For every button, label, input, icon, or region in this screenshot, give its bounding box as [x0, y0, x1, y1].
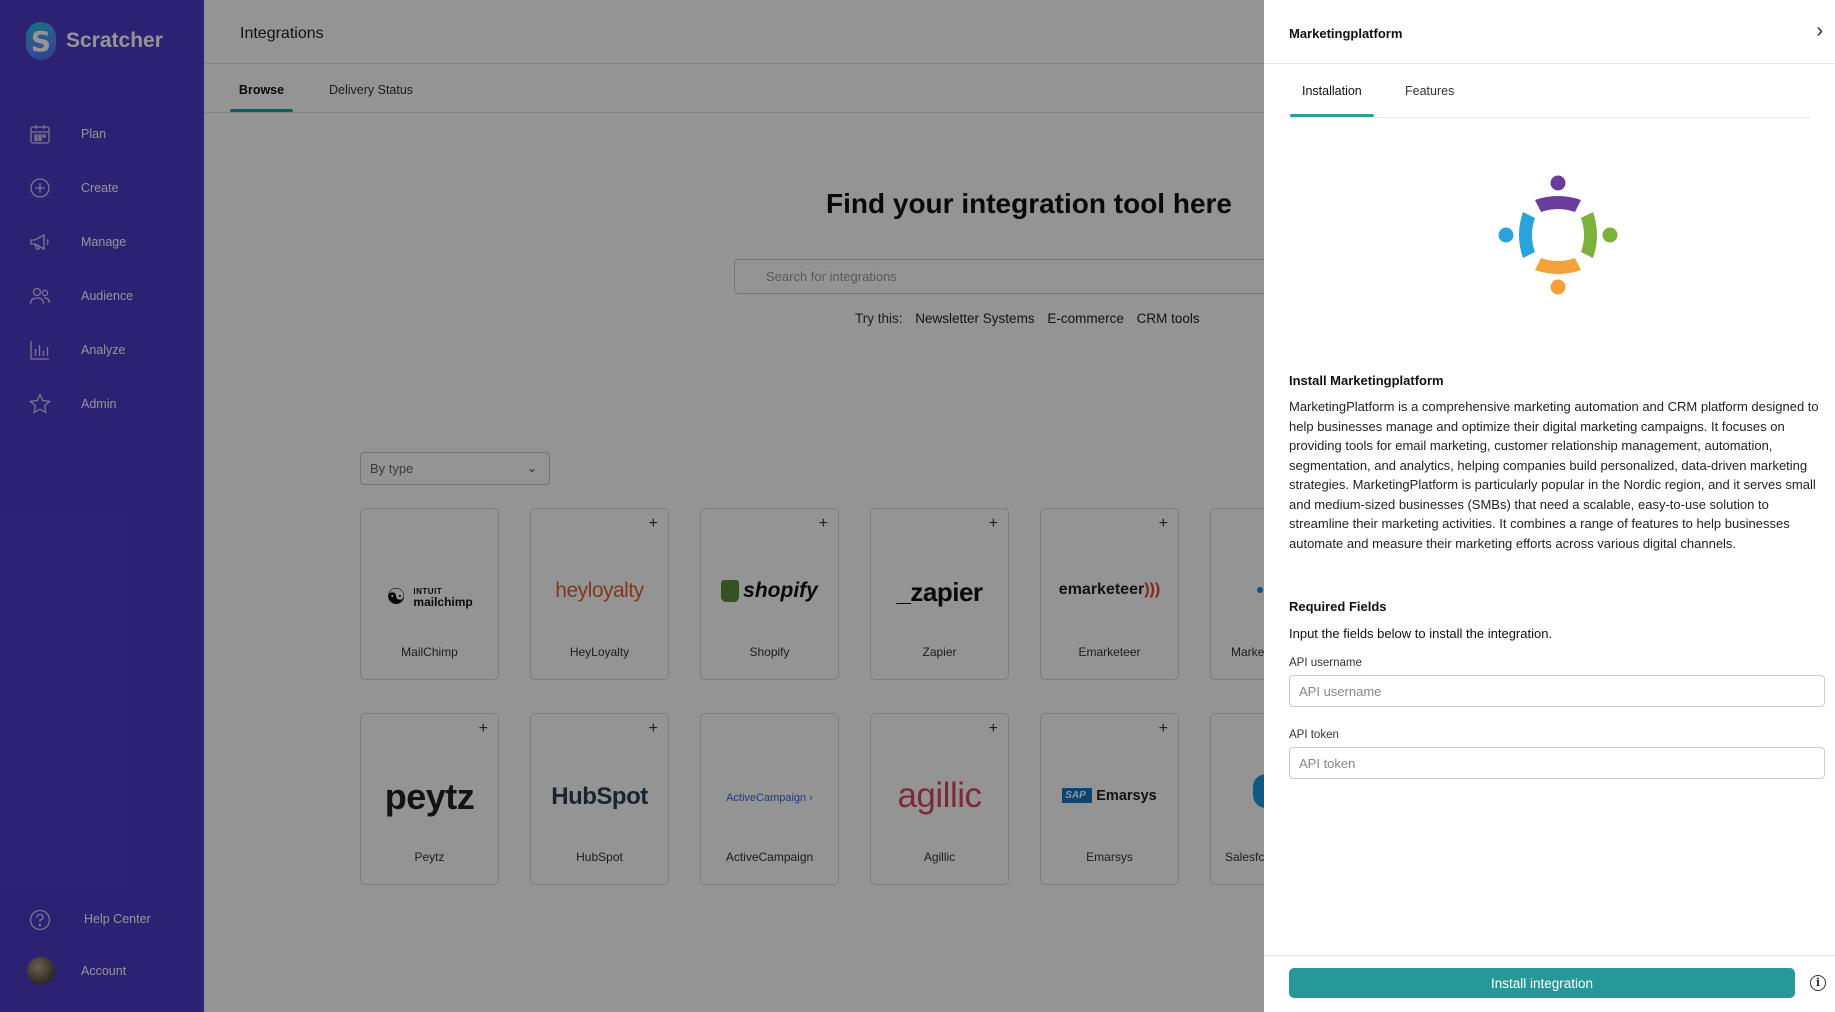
api-username-label: API username: [1289, 657, 1362, 669]
install-heading: Install Marketingplatform: [1289, 373, 1444, 388]
install-integration-button[interactable]: Install integration: [1289, 968, 1795, 998]
integration-description: MarketingPlatform is a comprehensive mar…: [1289, 399, 1819, 551]
info-icon[interactable]: i: [1810, 975, 1826, 991]
panel-tabs-divider: [1289, 117, 1811, 118]
modal-backdrop[interactable]: [0, 0, 1264, 1012]
integration-detail-panel: Marketingplatform › Installation Feature…: [1264, 0, 1835, 1012]
required-fields-subtext: Input the fields below to install the in…: [1289, 626, 1553, 641]
panel-title: Marketingplatform: [1289, 26, 1403, 41]
panel-header-divider: [1264, 63, 1835, 64]
api-username-input[interactable]: [1289, 675, 1825, 707]
api-token-label: API token: [1289, 729, 1339, 741]
api-token-input[interactable]: [1289, 747, 1825, 779]
tab-installation[interactable]: Installation: [1290, 84, 1374, 117]
required-fields-heading: Required Fields: [1289, 599, 1387, 614]
chevron-right-icon[interactable]: ›: [1816, 20, 1823, 43]
tab-features[interactable]: Features: [1405, 84, 1454, 117]
panel-footer-divider: [1264, 955, 1835, 956]
marketingplatform-logo-icon: [1498, 175, 1618, 295]
